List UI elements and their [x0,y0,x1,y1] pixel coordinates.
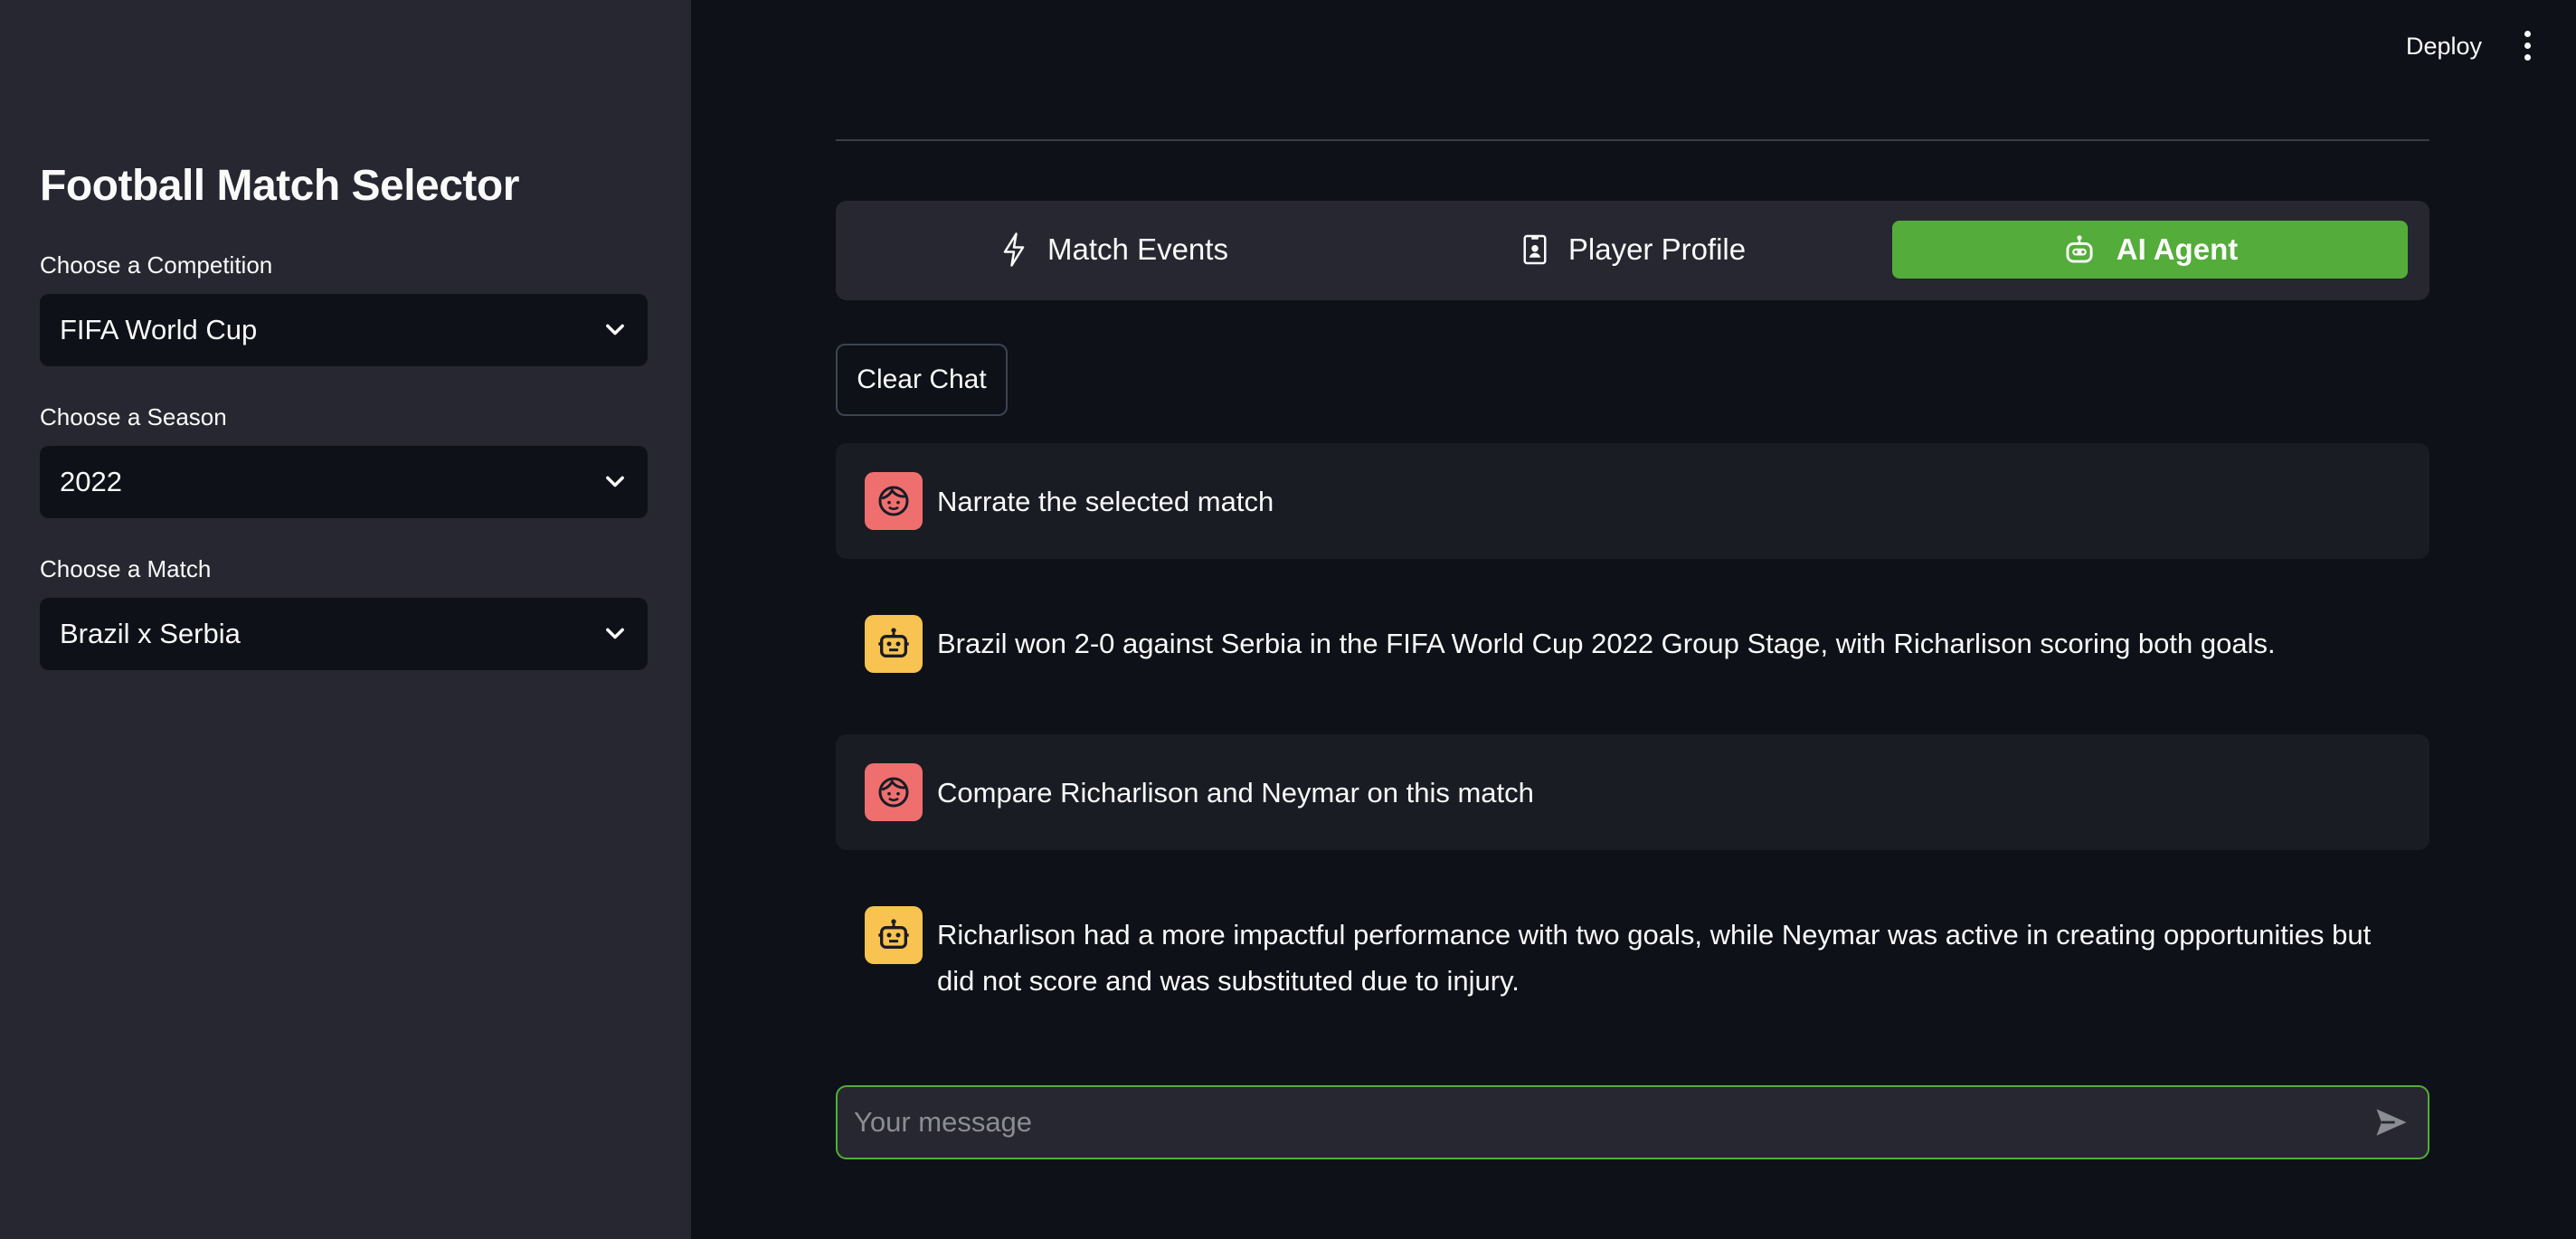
match-value: Brazil x Serbia [60,618,241,649]
sidebar: Football Match Selector Choose a Competi… [0,0,691,1239]
chevron-down-icon [606,476,624,487]
bot-avatar-icon [865,615,923,673]
season-value: 2022 [60,466,122,497]
season-field: Choose a Season 2022 [40,403,648,518]
chat-input[interactable] [854,1106,2372,1139]
divider [836,139,2429,141]
match-field: Choose a Match Brazil x Serbia [40,555,648,670]
tab-ai-agent[interactable]: AI Agent [1892,221,2408,279]
match-label: Choose a Match [40,555,212,582]
chevron-down-icon [606,324,624,336]
message-text: Narrate the selected match [937,485,1274,517]
clear-chat-button[interactable]: Clear Chat [836,344,1008,416]
chat-message-assistant: Brazil won 2-0 against Serbia in the FIF… [836,615,2429,673]
tab-label: Match Events [1047,232,1228,266]
competition-label: Choose a Competition [40,251,273,279]
message-text: Compare Richarlison and Neymar on this m… [937,776,1534,809]
match-select[interactable]: Brazil x Serbia [40,598,648,670]
user-avatar-icon [865,763,923,821]
message-text: Brazil won 2-0 against Serbia in the FIF… [937,628,2276,659]
tab-player-profile[interactable]: Player Profile [1377,221,1890,279]
tab-label: AI Agent [2116,232,2239,266]
chat-message-user: Narrate the selected match [836,443,2429,559]
lightning-icon [1003,232,1025,267]
message-text: Richarlison had a more impactful perform… [937,919,2372,997]
competition-field: Choose a Competition FIFA World Cup [40,251,648,366]
user-avatar-icon [865,472,923,530]
chat-input-container [836,1085,2429,1159]
season-select[interactable]: 2022 [40,446,648,518]
bot-avatar-icon [865,906,923,964]
tab-label: Player Profile [1567,232,1747,266]
chat-message-assistant: Richarlison had a more impactful perform… [836,906,2429,1004]
chevron-down-icon [606,628,624,639]
chat-message-user: Compare Richarlison and Neymar on this m… [836,734,2429,850]
tab-bar: Match Events Player Profile AI Agent [836,201,2429,300]
sidebar-title: Football Match Selector [40,162,519,210]
tab-match-events[interactable]: Match Events [857,221,1371,279]
robot-icon [2066,235,2093,263]
competition-select[interactable]: FIFA World Cup [40,294,648,366]
main-content: Match Events Player Profile AI Agent Cle… [691,0,2576,1239]
season-label: Choose a Season [40,403,227,430]
competition-value: FIFA World Cup [60,314,258,345]
send-icon[interactable] [2372,1102,2411,1142]
id-badge-icon [1523,234,1547,265]
